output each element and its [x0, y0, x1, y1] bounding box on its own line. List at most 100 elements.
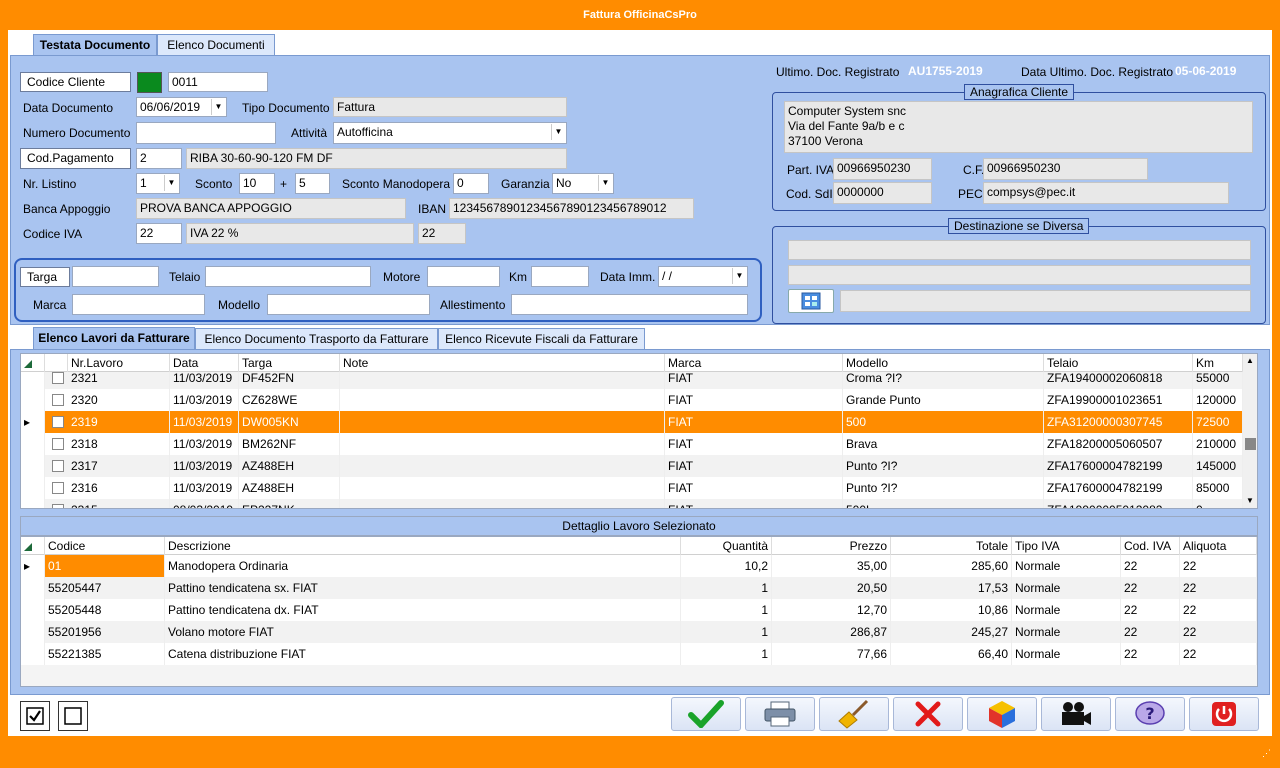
row-header[interactable] — [21, 643, 45, 665]
table-row[interactable]: 2316 11/03/2019 AZ488EH FIAT Punto ?I? ZFA176… — [21, 477, 1243, 499]
table-row[interactable]: ▸ 01 Manodopera Ordinaria 10,2 35,00 285,60 No… — [21, 555, 1257, 577]
table-row[interactable]: 2321 11/03/2019 DF452FN FIAT Croma ?I? ZFA194… — [21, 372, 1243, 389]
col-cod-iva[interactable]: Cod. IVA — [1121, 537, 1180, 555]
cod-pagamento-button[interactable]: Cod.Pagamento — [20, 148, 131, 169]
help-button[interactable]: ? — [1115, 697, 1185, 731]
km-input[interactable] — [531, 266, 589, 287]
table-row[interactable]: 55205448 Pattino tendicatena dx. FIAT 1 12,… — [21, 599, 1257, 621]
scroll-up-icon[interactable]: ▲ — [1246, 356, 1254, 365]
col-aliquota[interactable]: Aliquota — [1180, 537, 1257, 555]
col-telaio[interactable]: Telaio — [1044, 354, 1193, 372]
modello-input[interactable] — [267, 294, 430, 315]
codice-iva-input[interactable]: 22 — [136, 223, 182, 244]
col-note[interactable]: Note — [340, 354, 665, 372]
row-header[interactable] — [21, 389, 45, 411]
lavori-scrollbar[interactable]: ▲ ▼ — [1243, 354, 1257, 508]
tab-elenco-documenti[interactable]: Elenco Documenti — [157, 34, 275, 56]
codice-cliente-input[interactable]: 0011 — [168, 72, 268, 92]
chevron-down-icon[interactable]: ▼ — [598, 175, 612, 191]
col-tipo-iva[interactable]: Tipo IVA — [1012, 537, 1121, 555]
current-row-icon[interactable]: ▸ — [21, 411, 45, 433]
marca-input[interactable] — [72, 294, 205, 315]
address-book-button[interactable] — [788, 289, 834, 313]
targa-input[interactable] — [72, 266, 159, 287]
sconto-input[interactable]: 10 — [239, 173, 275, 194]
table-row[interactable]: 55221385 Catena distribuzione FIAT 1 77,66 6… — [21, 643, 1257, 665]
select-all-button[interactable] — [20, 701, 50, 731]
cube-button[interactable] — [967, 697, 1037, 731]
cod-pagamento-input[interactable]: 2 — [136, 148, 182, 169]
col-totale[interactable]: Totale — [891, 537, 1012, 555]
col-prezzo[interactable]: Prezzo — [772, 537, 891, 555]
row-checkbox[interactable] — [52, 460, 64, 472]
table-row[interactable]: 2320 11/03/2019 CZ628WE FIAT Grande Punto ZFA… — [21, 389, 1243, 411]
table-row[interactable]: 55201956 Volano motore FIAT 1 286,87 245,27 N… — [21, 621, 1257, 643]
row-header[interactable] — [21, 433, 45, 455]
resize-grip-icon[interactable]: ⋰ — [1262, 748, 1271, 759]
exit-button[interactable] — [1189, 697, 1259, 731]
chevron-down-icon[interactable]: ▼ — [551, 124, 565, 140]
chevron-down-icon[interactable]: ▼ — [164, 175, 178, 191]
col-descrizione[interactable]: Descrizione — [165, 537, 681, 555]
chevron-down-icon[interactable]: ▼ — [211, 99, 225, 115]
deselect-all-button[interactable] — [58, 701, 88, 731]
nr-listino-select[interactable]: 1 ▼ — [136, 173, 180, 194]
lavori-rows: 2321 11/03/2019 DF452FN FIAT Croma ?I? ZFA194… — [21, 372, 1243, 508]
sconto2-input[interactable]: 5 — [295, 173, 330, 194]
data-documento-input[interactable]: 06/06/2019 ▼ — [136, 97, 227, 117]
current-row-icon[interactable]: ▸ — [21, 555, 45, 577]
table-row[interactable]: 2318 11/03/2019 BM262NF FIAT Brava ZFA1820000… — [21, 433, 1243, 455]
col-km[interactable]: Km — [1193, 354, 1243, 372]
col-targa[interactable]: Targa — [239, 354, 340, 372]
codice-cliente-button[interactable]: Codice Cliente — [20, 72, 131, 92]
tab-elenco-ddt[interactable]: Elenco Documento Trasporto da Fatturare — [195, 328, 438, 350]
row-checkbox[interactable] — [52, 482, 64, 494]
ultimo-doc-value: AU1755-2019 — [908, 64, 983, 78]
row-header[interactable] — [21, 599, 45, 621]
data-imm-input[interactable]: / / ▼ — [658, 266, 748, 287]
table-row[interactable]: 231508/03/2019EP227NK FIAT500LZFA19900005… — [21, 499, 1243, 508]
row-header[interactable] — [21, 455, 45, 477]
table-row[interactable]: ▸ 2319 11/03/2019 DW005KN FIAT 500 ZFA31200000… — [21, 411, 1243, 433]
table-row[interactable]: 55205447 Pattino tendicatena sx. FIAT 1 20,… — [21, 577, 1257, 599]
cancel-button[interactable] — [893, 697, 963, 731]
garanzia-select[interactable]: No ▼ — [552, 173, 614, 194]
col-codice[interactable]: Codice — [45, 537, 165, 555]
chevron-down-icon[interactable]: ▼ — [732, 268, 746, 284]
scroll-thumb[interactable] — [1245, 438, 1256, 450]
table-row[interactable]: 2317 11/03/2019 AZ488EH FIAT Punto ?I? ZFA176… — [21, 455, 1243, 477]
cell-nr-lavoro: 2318 — [68, 433, 170, 455]
sconto-manodopera-input[interactable]: 0 — [453, 173, 489, 194]
row-checkbox[interactable] — [52, 416, 64, 428]
print-button[interactable] — [745, 697, 815, 731]
col-quantita[interactable]: Quantità — [681, 537, 772, 555]
row-checkbox[interactable] — [52, 504, 64, 508]
allestimento-input[interactable] — [511, 294, 748, 315]
targa-button[interactable]: Targa — [20, 267, 70, 287]
attivita-select[interactable]: Autofficina ▼ — [333, 122, 567, 144]
telaio-input[interactable] — [205, 266, 371, 287]
row-checkbox[interactable] — [52, 394, 64, 406]
cell-totale: 245,27 — [891, 621, 1012, 643]
row-header[interactable] — [21, 577, 45, 599]
row-checkbox[interactable] — [52, 372, 64, 384]
col-data[interactable]: Data — [170, 354, 239, 372]
col-nr-lavoro[interactable]: Nr.Lavoro — [68, 354, 170, 372]
row-header[interactable] — [21, 499, 45, 508]
tab-elenco-ricevute[interactable]: Elenco Ricevute Fiscali da Fatturare — [438, 328, 645, 350]
clear-button[interactable] — [819, 697, 889, 731]
video-button[interactable] — [1041, 697, 1111, 731]
col-modello[interactable]: Modello — [843, 354, 1044, 372]
row-header[interactable] — [21, 477, 45, 499]
confirm-button[interactable] — [671, 697, 741, 731]
cell-codice: 55205447 — [45, 577, 165, 599]
cell-note — [340, 411, 665, 433]
scroll-down-icon[interactable]: ▼ — [1246, 496, 1254, 505]
row-header[interactable] — [21, 621, 45, 643]
motore-input[interactable] — [427, 266, 500, 287]
col-marca[interactable]: Marca — [665, 354, 843, 372]
numero-documento-input[interactable] — [136, 122, 276, 144]
row-checkbox[interactable] — [52, 438, 64, 450]
tab-elenco-lavori[interactable]: Elenco Lavori da Fatturare — [33, 327, 195, 351]
row-header[interactable] — [21, 372, 45, 389]
